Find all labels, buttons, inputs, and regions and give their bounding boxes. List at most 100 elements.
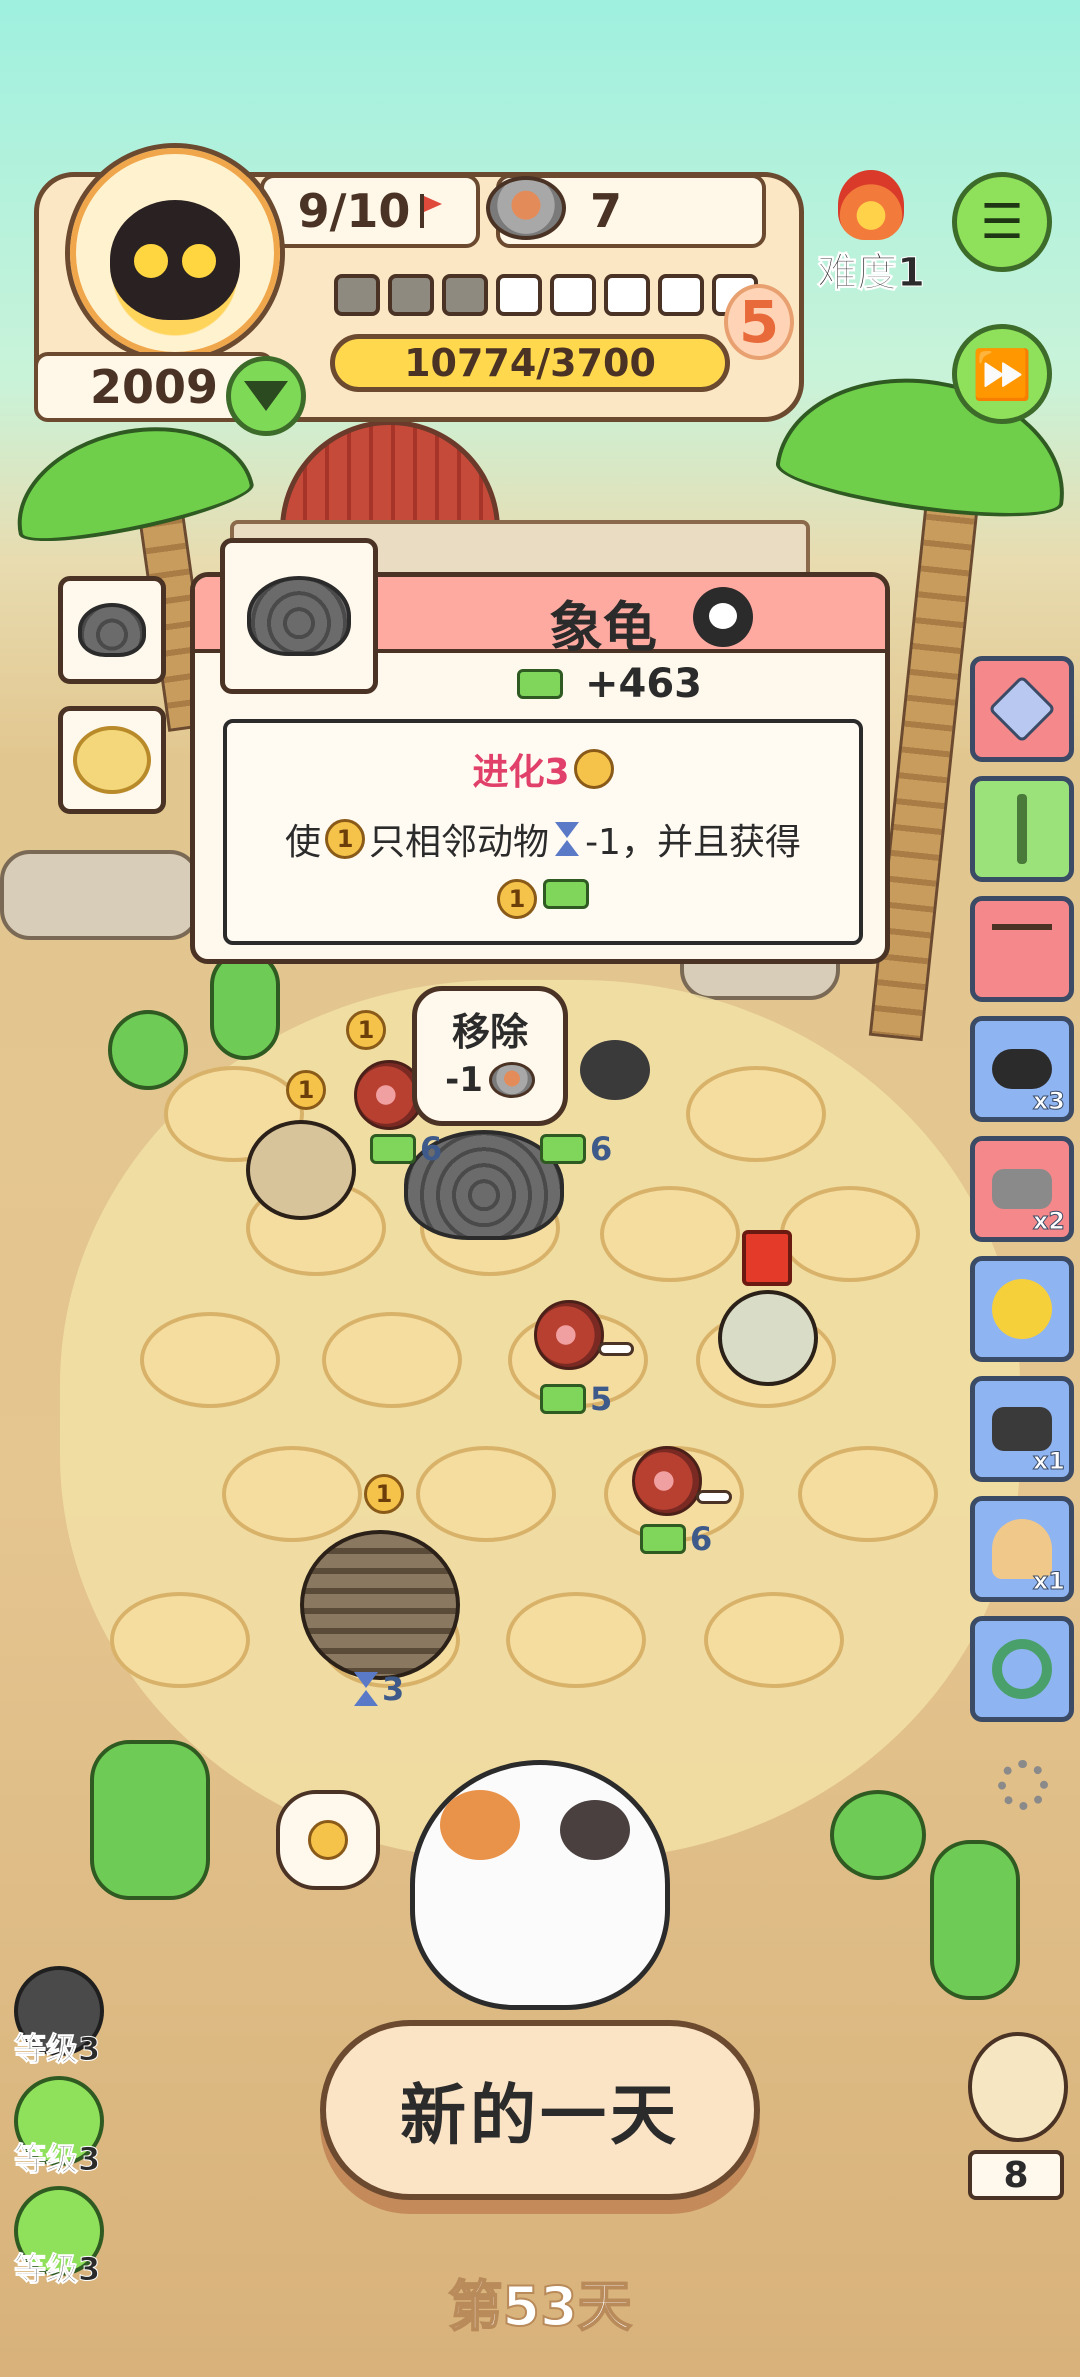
bread-icon bbox=[72, 725, 152, 795]
income-tag: 5 bbox=[540, 1380, 612, 1418]
hourglass-icon bbox=[352, 1672, 380, 1706]
item-count: x1 bbox=[1032, 1567, 1065, 1596]
desc-part: -1，并且获得 bbox=[585, 822, 801, 863]
timer-tag: 3 bbox=[352, 1670, 404, 1708]
progress-pip bbox=[550, 274, 596, 316]
progress-pip bbox=[496, 274, 542, 316]
income-value: 6 bbox=[420, 1130, 443, 1168]
rock-wall-left bbox=[0, 850, 200, 940]
popup-title: 象龟 bbox=[549, 596, 657, 659]
income-value: 5 bbox=[590, 1380, 613, 1418]
cactus-icon bbox=[830, 1790, 926, 1880]
item-ring[interactable] bbox=[970, 1616, 1074, 1722]
board-slot[interactable] bbox=[110, 1592, 250, 1688]
remove-cost: -1 bbox=[417, 1060, 563, 1100]
bone-icon bbox=[696, 1490, 732, 1504]
lucky-cat-mascot[interactable] bbox=[410, 1760, 670, 2010]
egg-tray-icon bbox=[992, 1169, 1052, 1209]
remove-label: 移除 bbox=[451, 1010, 528, 1054]
item-caduceus[interactable] bbox=[970, 776, 1074, 882]
item-crystal[interactable] bbox=[970, 656, 1074, 762]
income-value: +463 bbox=[585, 661, 703, 707]
board-slot[interactable] bbox=[506, 1592, 646, 1688]
board-slot[interactable] bbox=[416, 1446, 556, 1542]
owl-counter[interactable]: 8 bbox=[968, 2032, 1080, 2218]
red-envelope-icon bbox=[742, 1230, 792, 1286]
difficulty-label: 难度1 bbox=[817, 250, 926, 297]
cash-icon bbox=[640, 1524, 686, 1554]
progress-pip bbox=[442, 274, 488, 316]
board-slot[interactable] bbox=[704, 1592, 844, 1688]
item-candle-cake[interactable]: x1 bbox=[970, 1496, 1074, 1602]
item-binoculars[interactable]: x3 bbox=[970, 1016, 1074, 1122]
flag-icon bbox=[416, 194, 443, 228]
board-slot[interactable] bbox=[780, 1186, 920, 1282]
cat-patch bbox=[440, 1790, 520, 1860]
coin-icon: 1 bbox=[497, 879, 537, 919]
meat-icon[interactable] bbox=[534, 1300, 604, 1370]
food-can-icon bbox=[488, 1062, 535, 1098]
cactus-icon bbox=[930, 1840, 1020, 2000]
board-slot[interactable] bbox=[798, 1446, 938, 1542]
board-slot[interactable] bbox=[600, 1186, 740, 1282]
tortoise-icon bbox=[247, 575, 351, 657]
board-slot[interactable] bbox=[222, 1446, 362, 1542]
certificate-bubble[interactable] bbox=[276, 1790, 380, 1890]
thumb-bread[interactable] bbox=[58, 706, 166, 814]
board-slot[interactable] bbox=[322, 1312, 462, 1408]
collection-counter[interactable]: 9/10 bbox=[260, 174, 480, 248]
cash-icon bbox=[517, 669, 563, 699]
menu-button[interactable]: ☰ bbox=[952, 172, 1052, 272]
building-dome bbox=[280, 420, 500, 530]
meat-rack-icon bbox=[992, 924, 1052, 974]
level-slot[interactable]: 等级3 bbox=[13, 1966, 110, 2069]
thumb-tortoise[interactable] bbox=[58, 576, 166, 684]
cobra-snake[interactable] bbox=[246, 1120, 356, 1220]
progress-pip bbox=[658, 274, 704, 316]
cash-icon bbox=[540, 1384, 586, 1414]
evolution-label: 进化3 bbox=[472, 752, 570, 793]
progress-pip bbox=[604, 274, 650, 316]
item-radio[interactable]: x1 bbox=[970, 1376, 1074, 1482]
rubber-duck-icon bbox=[992, 1279, 1052, 1339]
player-level: 5 bbox=[724, 284, 794, 360]
progress-pip bbox=[388, 274, 434, 316]
item-count: x3 bbox=[1032, 1087, 1065, 1116]
crystal-icon bbox=[988, 675, 1056, 743]
radio-icon bbox=[992, 1407, 1052, 1451]
settings-gear-icon[interactable] bbox=[998, 1760, 1048, 1810]
cactus-icon bbox=[108, 1010, 188, 1090]
board-slot[interactable] bbox=[140, 1312, 280, 1408]
coiled-python[interactable] bbox=[300, 1530, 460, 1680]
cash-icon bbox=[370, 1134, 416, 1164]
income-value: 6 bbox=[590, 1130, 613, 1168]
mole-icon[interactable] bbox=[580, 1040, 650, 1100]
income-tag: 6 bbox=[640, 1520, 712, 1558]
remove-button[interactable]: 移除 -1 bbox=[412, 986, 568, 1126]
desc-part: 使 bbox=[285, 822, 322, 863]
meat-icon[interactable] bbox=[632, 1446, 702, 1516]
caduceus-icon bbox=[1017, 794, 1027, 864]
difficulty-indicator[interactable]: 难度1 bbox=[806, 170, 936, 298]
xp-bar: 10774/3700 bbox=[330, 334, 730, 392]
coin-badge: 1 bbox=[286, 1070, 326, 1110]
tortoise-icon bbox=[77, 603, 147, 657]
item-meat-rack[interactable] bbox=[970, 896, 1074, 1002]
level-slot[interactable]: 等级3 bbox=[13, 2076, 110, 2179]
expand-button[interactable] bbox=[226, 356, 306, 436]
coin-badge: 1 bbox=[346, 1010, 386, 1050]
cash-icon bbox=[543, 879, 589, 909]
ability-description: 进化3 使 1 只相邻动物 -1，并且获得 1 bbox=[223, 719, 863, 945]
item-rubber-duck[interactable] bbox=[970, 1256, 1074, 1362]
board-slot[interactable] bbox=[686, 1066, 826, 1162]
day-counter: 第53天 bbox=[447, 2274, 632, 2339]
pale-snake[interactable] bbox=[718, 1290, 818, 1386]
hourglass-icon bbox=[553, 822, 581, 856]
food-can-icon bbox=[486, 176, 566, 240]
level-label: 等级3 bbox=[13, 2140, 101, 2179]
progress-pip bbox=[334, 274, 380, 316]
binoculars-icon bbox=[992, 1049, 1052, 1089]
item-egg-tray[interactable]: x2 bbox=[970, 1136, 1074, 1242]
new-day-button[interactable]: 新的一天 bbox=[320, 2020, 760, 2200]
fast-forward-button[interactable]: ⏩ bbox=[952, 324, 1052, 424]
